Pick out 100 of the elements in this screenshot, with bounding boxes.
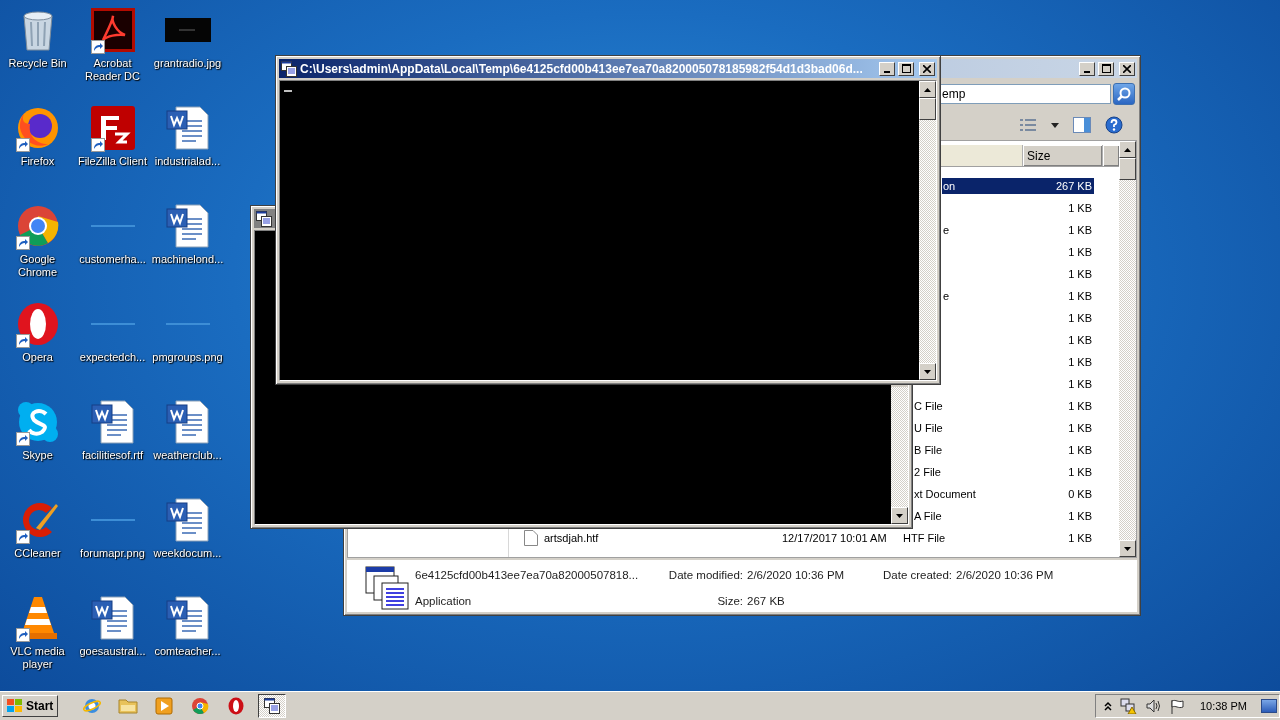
scroll-thumb[interactable] bbox=[919, 98, 936, 120]
chevron-up-icon bbox=[1103, 701, 1112, 711]
file-row[interactable]: 1 KB bbox=[942, 376, 1094, 392]
view-menu-button[interactable] bbox=[1051, 122, 1059, 128]
close-button[interactable] bbox=[1119, 61, 1135, 76]
desktop-icon-label[interactable]: industrialad... bbox=[154, 155, 221, 168]
file-row[interactable]: 1 KB bbox=[942, 332, 1094, 348]
document-icon bbox=[165, 595, 210, 641]
chrome-ball-icon bbox=[15, 204, 60, 248]
desktop-icon-label[interactable]: forumapr.png bbox=[80, 547, 145, 560]
desktop-icon[interactable] bbox=[88, 6, 137, 54]
help-button[interactable] bbox=[1105, 116, 1123, 134]
scrollbar[interactable] bbox=[919, 81, 936, 380]
clock[interactable]: 10:38 PM bbox=[1199, 700, 1247, 712]
desktop-icon-label[interactable]: grantradio.jpg bbox=[153, 57, 222, 70]
flag-icon bbox=[1169, 698, 1184, 714]
desktop-icon-label[interactable]: CCleaner bbox=[14, 547, 61, 560]
maximize-button[interactable] bbox=[1098, 61, 1114, 76]
desktop-icon[interactable] bbox=[163, 594, 212, 642]
file-row[interactable]: 1 KB bbox=[942, 244, 1094, 260]
scroll-up-button[interactable] bbox=[1119, 141, 1136, 158]
desktop-icon-label[interactable]: weekdocum... bbox=[153, 547, 222, 560]
field-value: 267 KB bbox=[747, 595, 786, 607]
tray-button[interactable] bbox=[1103, 701, 1112, 711]
shortcut-arrow-icon bbox=[15, 138, 30, 152]
file-size: 1 KB bbox=[1068, 400, 1092, 412]
desktop-icon-label[interactable]: Google Chrome bbox=[0, 253, 75, 279]
desktop-icon-label[interactable]: Opera bbox=[22, 351, 53, 364]
file-size: 1 KB bbox=[1068, 378, 1092, 390]
desktop-icon-label[interactable]: comteacher... bbox=[154, 645, 221, 658]
file-row[interactable]: B File 1 KB bbox=[913, 442, 1094, 458]
document-icon bbox=[165, 399, 210, 445]
file-row[interactable]: C File 1 KB bbox=[913, 398, 1094, 414]
file-row[interactable]: 1 KB bbox=[942, 310, 1094, 326]
file-row[interactable]: U File 1 KB bbox=[913, 420, 1094, 436]
file-size: 1 KB bbox=[1068, 334, 1092, 346]
file-row[interactable]: 2 File 1 KB bbox=[913, 464, 1094, 480]
document-icon bbox=[90, 595, 135, 641]
scroll-down-button[interactable] bbox=[891, 507, 908, 524]
column-header[interactable]: Size bbox=[1022, 145, 1102, 166]
desktop-icon-label[interactable]: Skype bbox=[22, 449, 53, 462]
desktop-icon-label[interactable]: VLC media player bbox=[0, 645, 75, 671]
scrollbar[interactable] bbox=[1119, 141, 1136, 557]
desktop-icon-label[interactable]: Recycle Bin bbox=[8, 57, 67, 70]
start-button[interactable]: Start bbox=[2, 695, 59, 717]
desktop-icon-label[interactable]: expectedch... bbox=[79, 351, 146, 364]
search-button[interactable] bbox=[1113, 83, 1135, 105]
close-button[interactable] bbox=[919, 61, 935, 76]
desktop-icon-label[interactable]: machinelond... bbox=[151, 253, 224, 266]
list-view-icon bbox=[1019, 118, 1037, 132]
scroll-down-button[interactable] bbox=[919, 363, 936, 380]
file-type: HTF File bbox=[903, 532, 946, 544]
scrollbar[interactable] bbox=[891, 387, 908, 524]
desktop-icon[interactable] bbox=[88, 594, 137, 642]
desktop-icon-label[interactable]: customerha... bbox=[79, 253, 146, 266]
minimize-button[interactable] bbox=[1079, 61, 1095, 76]
address-field[interactable]: emp bbox=[939, 84, 1111, 104]
desktop-icon-label[interactable]: Acrobat Reader DC bbox=[75, 57, 150, 83]
minimize-button[interactable] bbox=[879, 61, 895, 76]
file-row[interactable]: e 1 KB bbox=[942, 288, 1094, 304]
file-row[interactable]: e 1 KB bbox=[942, 222, 1094, 238]
desktop-icon[interactable] bbox=[163, 202, 212, 250]
column-header[interactable] bbox=[1102, 145, 1119, 166]
tray-button[interactable] bbox=[1145, 699, 1162, 713]
file-type: e bbox=[943, 290, 950, 302]
play-icon bbox=[155, 697, 174, 715]
desktop-icon[interactable] bbox=[88, 104, 137, 152]
desktop-icon[interactable] bbox=[163, 496, 212, 544]
down-arrow-icon bbox=[1124, 546, 1131, 551]
minimize-icon bbox=[1084, 70, 1090, 73]
file-size: 1 KB bbox=[1068, 202, 1092, 214]
file-row[interactable]: 1 KB bbox=[942, 266, 1094, 282]
maximize-button[interactable] bbox=[898, 61, 914, 76]
file-row[interactable]: xt Document 0 KB bbox=[913, 486, 1094, 502]
desktop-icon-label[interactable]: pmgroups.png bbox=[152, 351, 223, 364]
desktop-icon-label[interactable]: facilitiesof.rtf bbox=[81, 449, 144, 462]
show-desktop-button[interactable] bbox=[1261, 699, 1277, 713]
scroll-thumb[interactable] bbox=[1119, 158, 1136, 180]
desktop-icon-label[interactable]: weatherclub... bbox=[153, 449, 222, 462]
console-icon bbox=[256, 210, 272, 227]
search-icon bbox=[1117, 87, 1131, 101]
desktop-icon-label[interactable]: Firefox bbox=[20, 155, 55, 168]
scroll-up-button[interactable] bbox=[919, 81, 936, 98]
preview-pane-button[interactable] bbox=[1073, 117, 1091, 133]
file-row[interactable]: A File 1 KB bbox=[913, 508, 1094, 524]
document-icon bbox=[90, 399, 135, 445]
maximize-icon bbox=[1101, 64, 1111, 73]
file-row[interactable]: on 267 KB bbox=[942, 178, 1094, 194]
desktop-icon[interactable] bbox=[88, 398, 137, 446]
file-row[interactable]: 1 KB bbox=[942, 200, 1094, 216]
file-row[interactable]: artsdjah.htf 12/17/2017 10:01 AM HTF File 1 KB bbox=[519, 530, 1094, 546]
tray-button[interactable] bbox=[1169, 698, 1184, 714]
desktop-icon-label[interactable]: FileZilla Client bbox=[77, 155, 148, 168]
desktop-icon[interactable] bbox=[163, 398, 212, 446]
desktop-icon[interactable] bbox=[163, 104, 212, 152]
field-value: 2/6/2020 10:36 PM bbox=[956, 569, 1054, 581]
desktop-icon-label[interactable]: goesaustral... bbox=[79, 645, 146, 658]
scroll-down-button[interactable] bbox=[1119, 540, 1136, 557]
file-row[interactable]: 1 KB bbox=[942, 354, 1094, 370]
taskbar-app-button[interactable] bbox=[258, 694, 287, 718]
